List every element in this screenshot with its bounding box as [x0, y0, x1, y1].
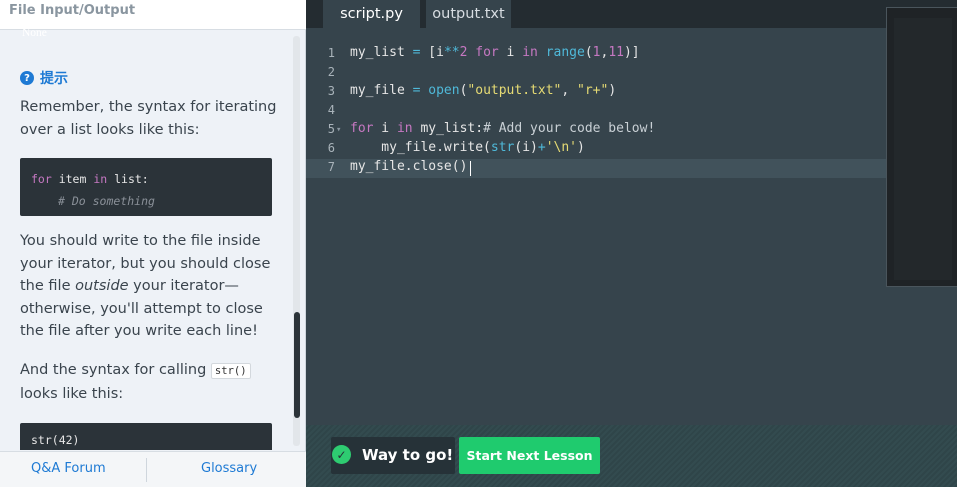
text-run: And the syntax for calling [20, 362, 211, 378]
code-token: + [537, 140, 546, 155]
line-number: 5 [327, 122, 335, 136]
emphasis-text: outside [75, 278, 129, 294]
code-example-str: str(42) [20, 423, 272, 450]
code-token: in [396, 121, 413, 136]
code-token: '\n' [545, 140, 577, 155]
code-token: in [522, 45, 538, 60]
footer-divider [146, 458, 147, 482]
scrollbar-thumb[interactable] [294, 312, 300, 418]
instructions-panel: File Input/Output ? 提示 Remember, the syn… [0, 0, 306, 487]
code-comment: # Add your code below! [483, 121, 656, 136]
check-icon: ✓ [332, 445, 351, 464]
hint-label: 提示 [40, 71, 68, 87]
success-message: Way to go! [362, 446, 454, 464]
text-cursor [470, 161, 471, 176]
code-token: open [428, 83, 460, 98]
code-token: in [93, 172, 108, 186]
code-token: [i [420, 45, 444, 60]
code-token: range [545, 45, 585, 60]
code-line: for item in list: [31, 168, 261, 190]
hint-paragraph-1: Remember, the syntax for iterating over … [20, 99, 277, 138]
code-example-loop: for item in list: # Do something [20, 158, 272, 216]
code-token: my_list: [412, 121, 484, 136]
code-token: for [350, 121, 374, 136]
code-token: i [498, 45, 523, 60]
code-line-7: my_file.close() [350, 159, 467, 174]
fold-marker-icon[interactable]: ▾ [336, 125, 341, 135]
code-token: (i) [514, 140, 538, 155]
code-token: 11 [608, 45, 624, 60]
lesson-title: File Input/Output [9, 3, 136, 18]
code-line-5: for i in my_list:# Add your code below! [350, 121, 655, 136]
code-token: my_list [350, 45, 413, 60]
code-token: ) [608, 83, 617, 98]
line-number: 1 [327, 46, 335, 60]
code-token: for [31, 172, 52, 186]
code-token: item [51, 172, 94, 186]
code-token: , [561, 83, 577, 98]
editor-tabbar: script.py output.txt [306, 0, 957, 28]
code-token: list: [107, 172, 149, 186]
code-line: str(42) [31, 433, 80, 447]
code-token: i [373, 121, 397, 136]
code-line-3: my_file = open("output.txt", "r+") [350, 83, 616, 98]
inline-code: str() [210, 363, 251, 379]
code-line: # Do something [31, 190, 261, 212]
instructions-footer: Q&A Forum Glossary [0, 451, 306, 487]
output-console-body [894, 18, 952, 280]
output-text: None [22, 27, 47, 39]
tab-output-txt[interactable]: output.txt [426, 0, 511, 28]
code-editor[interactable]: 1 2 3 4 5 ▾ 6 7 my_list = [i**2 for i in… [306, 28, 886, 425]
text-run: looks like this: [20, 385, 124, 402]
line-number: 2 [327, 65, 335, 79]
hint-heading: ? 提示 [20, 68, 68, 88]
lesson-header: File Input/Output [0, 0, 306, 30]
code-token: my_file.write( [350, 140, 491, 155]
code-token: "r+" [577, 83, 609, 98]
hint-paragraph-3: And the syntax for calling str() looks l… [20, 359, 280, 405]
code-token: )] [623, 45, 640, 60]
code-token: ( [584, 45, 593, 60]
glossary-link[interactable]: Glossary [201, 461, 257, 476]
code-token: ** [443, 45, 460, 60]
question-circle-icon: ? [20, 71, 34, 85]
code-token: my_file.close() [350, 159, 468, 174]
line-number: 3 [327, 84, 335, 98]
code-line-6: my_file.write(str(i)+'\n') [350, 140, 585, 155]
code-line-1: my_list = [i**2 for i in range(1,11)] [350, 45, 640, 60]
line-number: 6 [327, 141, 335, 155]
line-number: 4 [327, 103, 335, 117]
code-token: 1 [592, 45, 601, 60]
qa-forum-link[interactable]: Q&A Forum [31, 461, 106, 476]
code-token: ) [577, 140, 585, 155]
start-next-lesson-button[interactable]: Start Next Lesson [459, 437, 600, 474]
tab-script-py[interactable]: script.py [323, 0, 420, 28]
output-console [886, 7, 957, 287]
code-token: my_file [350, 83, 413, 98]
code-token: for [475, 45, 499, 60]
line-number: 7 [327, 160, 335, 174]
code-comment: # Do something [58, 194, 155, 208]
hint-paragraph-2: You should write to the file inside your… [20, 230, 280, 343]
instructions-content[interactable]: ? 提示 Remember, the syntax for iterating … [0, 30, 306, 450]
code-token: "output.txt" [467, 83, 562, 98]
code-token: str [490, 140, 515, 155]
